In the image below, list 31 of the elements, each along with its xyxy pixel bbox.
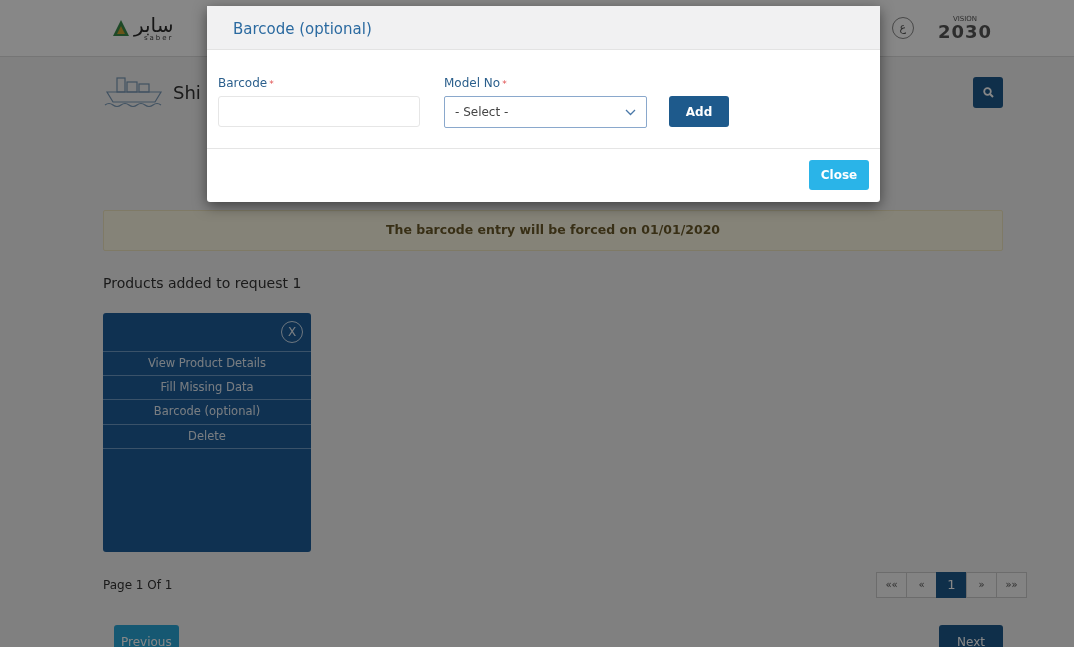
required-icon: * bbox=[502, 79, 507, 89]
field-label: Barcode bbox=[218, 76, 268, 90]
page-button[interactable]: « bbox=[906, 571, 937, 598]
page-button[interactable]: 1 bbox=[936, 571, 967, 598]
page-title: Shi bbox=[173, 80, 201, 105]
add-button[interactable]: Add bbox=[669, 96, 729, 127]
required-icon: * bbox=[269, 79, 274, 89]
page-button[interactable]: »» bbox=[996, 571, 1027, 598]
menu-item[interactable]: Barcode (optional) bbox=[103, 400, 311, 425]
menu-item[interactable]: View Product Details bbox=[103, 351, 311, 376]
ship-icon bbox=[103, 74, 165, 110]
search-button[interactable] bbox=[973, 76, 1003, 108]
notice-banner: The barcode entry will be forced on 01/01/2020 bbox=[103, 210, 1003, 251]
next-button[interactable]: Next bbox=[939, 624, 1003, 647]
page-button[interactable]: » bbox=[966, 571, 997, 598]
page-info: Page 1 Of 1 bbox=[103, 576, 173, 594]
chevron-icon bbox=[625, 108, 636, 116]
page-button[interactable]: «« bbox=[876, 571, 907, 598]
logo-text: سابر bbox=[134, 14, 174, 35]
close-button[interactable]: Close bbox=[809, 160, 869, 190]
menu-item[interactable]: Delete bbox=[103, 424, 311, 449]
previous-button[interactable]: Previous bbox=[114, 624, 179, 647]
barcode-field[interactable] bbox=[218, 96, 420, 127]
products-heading: Products added to request 1 bbox=[103, 273, 303, 293]
model-select[interactable]: - Select - bbox=[444, 96, 647, 128]
field-label: Model No bbox=[444, 76, 501, 90]
logo-icon bbox=[112, 19, 130, 37]
dialog-title: Barcode (optional) bbox=[233, 20, 372, 38]
search-icon bbox=[982, 86, 994, 98]
menu-item[interactable]: Fill Missing Data bbox=[103, 376, 311, 401]
vision-number: 2030 bbox=[937, 22, 992, 41]
